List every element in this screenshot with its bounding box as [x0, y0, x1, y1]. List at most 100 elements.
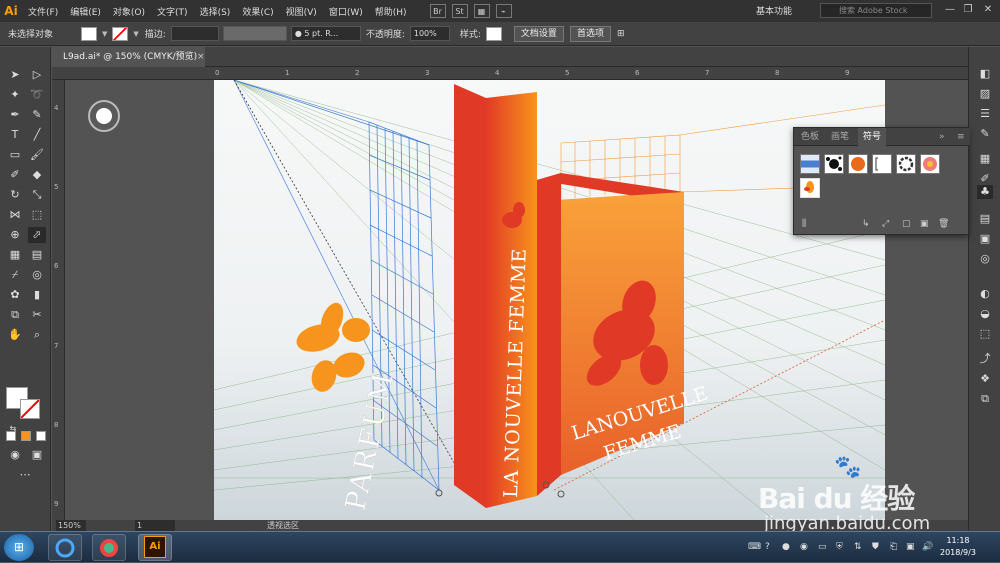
- paintbrush-icon[interactable]: 🖌: [28, 147, 46, 163]
- shield-icon[interactable]: ⛊: [872, 542, 879, 552]
- width-tool-icon[interactable]: ⋈: [6, 207, 24, 223]
- properties-icon[interactable]: ◧: [977, 67, 993, 81]
- style-swatch[interactable]: [485, 26, 502, 41]
- shaper-tool-icon[interactable]: ✐: [6, 167, 24, 183]
- menu-type[interactable]: 文字(T): [151, 5, 194, 18]
- arrange-documents-icon[interactable]: ▦: [473, 4, 490, 18]
- symbol-blue-banner[interactable]: [800, 154, 820, 174]
- perspective-artwork[interactable]: PARFUM LA NOUVELLE FEMME LANOUVELLE FEMM…: [214, 80, 885, 520]
- document-setup-button[interactable]: 文档设置: [513, 25, 564, 42]
- free-transform-icon[interactable]: ⬚: [28, 207, 46, 223]
- slice-tool-icon[interactable]: ✂: [28, 307, 46, 323]
- chevron-down-icon[interactable]: ▼: [133, 30, 138, 38]
- zoom-tool-icon[interactable]: ⌕: [28, 327, 46, 343]
- symbol-bracket[interactable]: [872, 154, 892, 174]
- hand-tool-icon[interactable]: ✋: [6, 327, 24, 343]
- collapse-panel-icon[interactable]: »: [934, 128, 950, 146]
- brushes-icon[interactable]: ✎: [977, 127, 993, 141]
- fill-swatch[interactable]: [81, 26, 97, 41]
- illustrator-taskbar-icon[interactable]: Ai: [144, 536, 166, 558]
- shape-builder-icon[interactable]: ⊕: [6, 227, 24, 243]
- lasso-icon[interactable]: ➰: [28, 87, 46, 103]
- place-symbol-icon[interactable]: ↳: [862, 219, 870, 229]
- stroke-weight-field[interactable]: [170, 26, 219, 41]
- layers-icon[interactable]: ❖: [977, 372, 993, 386]
- align-icon[interactable]: ⊞: [617, 29, 625, 39]
- appearance-icon[interactable]: ◐: [977, 287, 993, 301]
- volume-icon[interactable]: 🔊: [922, 542, 933, 552]
- direct-selection-tool-icon[interactable]: ▷: [28, 67, 46, 83]
- app-tray-icon[interactable]: ●: [782, 542, 790, 552]
- variable-width-field[interactable]: [222, 26, 287, 41]
- menu-window[interactable]: 窗口(W): [323, 5, 369, 18]
- plane-switching-widget[interactable]: [88, 100, 120, 132]
- bridge-icon[interactable]: Br: [429, 4, 446, 18]
- libraries-icon[interactable]: ▨: [977, 87, 993, 101]
- start-button[interactable]: ⊞: [4, 534, 34, 561]
- stroke-swatch[interactable]: [112, 26, 129, 41]
- menu-view[interactable]: 视图(V): [280, 5, 323, 18]
- document-tab[interactable]: L9ad.ai* @ 150% (CMYK/预览): [57, 47, 205, 67]
- monitor-tray-icon[interactable]: ▣: [906, 542, 915, 552]
- menu-file[interactable]: 文件(F): [22, 5, 64, 18]
- align-panel-icon[interactable]: ▤: [977, 212, 993, 226]
- usb-tray-icon[interactable]: ⎗: [890, 542, 897, 552]
- tab-swatches[interactable]: 色板: [796, 128, 824, 146]
- artboards-icon[interactable]: ⧉: [977, 392, 993, 406]
- draw-mode-icon[interactable]: ◉: [6, 447, 24, 463]
- panel-menu-icon[interactable]: ≡: [952, 128, 970, 146]
- delete-symbol-icon[interactable]: 🗑: [938, 219, 949, 229]
- gradient-mode-icon[interactable]: [21, 431, 31, 441]
- rotate-tool-icon[interactable]: ↻: [6, 187, 24, 203]
- symbol-wreath[interactable]: [896, 154, 916, 174]
- asset-export-icon[interactable]: ⬚: [977, 327, 993, 341]
- symbol-sprayer-icon[interactable]: ✿: [6, 287, 24, 303]
- artboard-tool-icon[interactable]: ⧉: [6, 307, 24, 323]
- keyboard-tray-icon[interactable]: ⌨: [748, 542, 761, 552]
- selection-tool-icon[interactable]: ➤: [6, 67, 24, 83]
- transform-icon[interactable]: ▣: [977, 232, 993, 246]
- symbol-libraries-icon[interactable]: ⫼: [802, 219, 806, 229]
- mesh-tool-icon[interactable]: ▦: [6, 247, 24, 263]
- pathfinder-icon[interactable]: ◎: [977, 252, 993, 266]
- tab-symbols[interactable]: 符号: [858, 128, 887, 146]
- menu-help[interactable]: 帮助(H): [369, 5, 413, 18]
- menu-effect[interactable]: 效果(C): [236, 5, 279, 18]
- restore-button[interactable]: ❐: [960, 3, 976, 17]
- gradient-tool-icon[interactable]: ▤: [28, 247, 46, 263]
- symbols-icon[interactable]: ♣: [977, 185, 993, 199]
- magic-wand-icon[interactable]: ✦: [6, 87, 24, 103]
- stock-search-input[interactable]: 搜索 Adobe Stock: [820, 3, 932, 18]
- workspace-switcher[interactable]: 基本功能: [756, 4, 792, 17]
- chevron-down-icon[interactable]: ▼: [102, 30, 107, 38]
- stroke-color-box[interactable]: [20, 399, 40, 419]
- preferences-button[interactable]: 首选项: [569, 25, 611, 42]
- graph-tool-icon[interactable]: ▮: [28, 287, 46, 303]
- curvature-tool-icon[interactable]: ✎: [28, 107, 46, 123]
- system-clock[interactable]: 11:18 2018/9/3: [940, 535, 976, 559]
- export-icon[interactable]: ⤴: [977, 352, 993, 366]
- edit-toolbar-icon[interactable]: ⋯: [16, 467, 34, 483]
- help-tray-icon[interactable]: ?: [765, 542, 770, 552]
- swatches-icon[interactable]: ▦: [977, 152, 993, 166]
- graphic-styles-icon[interactable]: ◒: [977, 307, 993, 321]
- gpu-performance-icon[interactable]: ⌁: [495, 4, 512, 18]
- symbol-options-icon[interactable]: ▢: [902, 219, 911, 229]
- display-tray-icon[interactable]: ▭: [818, 542, 827, 552]
- none-mode-icon[interactable]: [36, 431, 46, 441]
- network-tray-icon[interactable]: ◉: [800, 542, 808, 552]
- line-tool-icon[interactable]: ╱: [28, 127, 46, 143]
- symbol-orange-ball[interactable]: [848, 154, 868, 174]
- menu-select[interactable]: 选择(S): [194, 5, 237, 18]
- close-window-button[interactable]: ✕: [980, 3, 996, 17]
- cc-libraries-icon[interactable]: ☰: [977, 107, 993, 121]
- scale-tool-icon[interactable]: ⤡: [28, 187, 46, 203]
- close-tab-icon[interactable]: ×: [197, 47, 205, 67]
- screen-mode-icon[interactable]: ▣: [28, 447, 46, 463]
- eyedropper-icon[interactable]: ⌿: [6, 267, 24, 283]
- menu-edit[interactable]: 编辑(E): [64, 5, 107, 18]
- pen-tool-icon[interactable]: ✒: [6, 107, 24, 123]
- brush-panel-icon[interactable]: ✐: [977, 172, 993, 186]
- symbol-flower[interactable]: [920, 154, 940, 174]
- new-symbol-icon[interactable]: ▣: [920, 219, 929, 229]
